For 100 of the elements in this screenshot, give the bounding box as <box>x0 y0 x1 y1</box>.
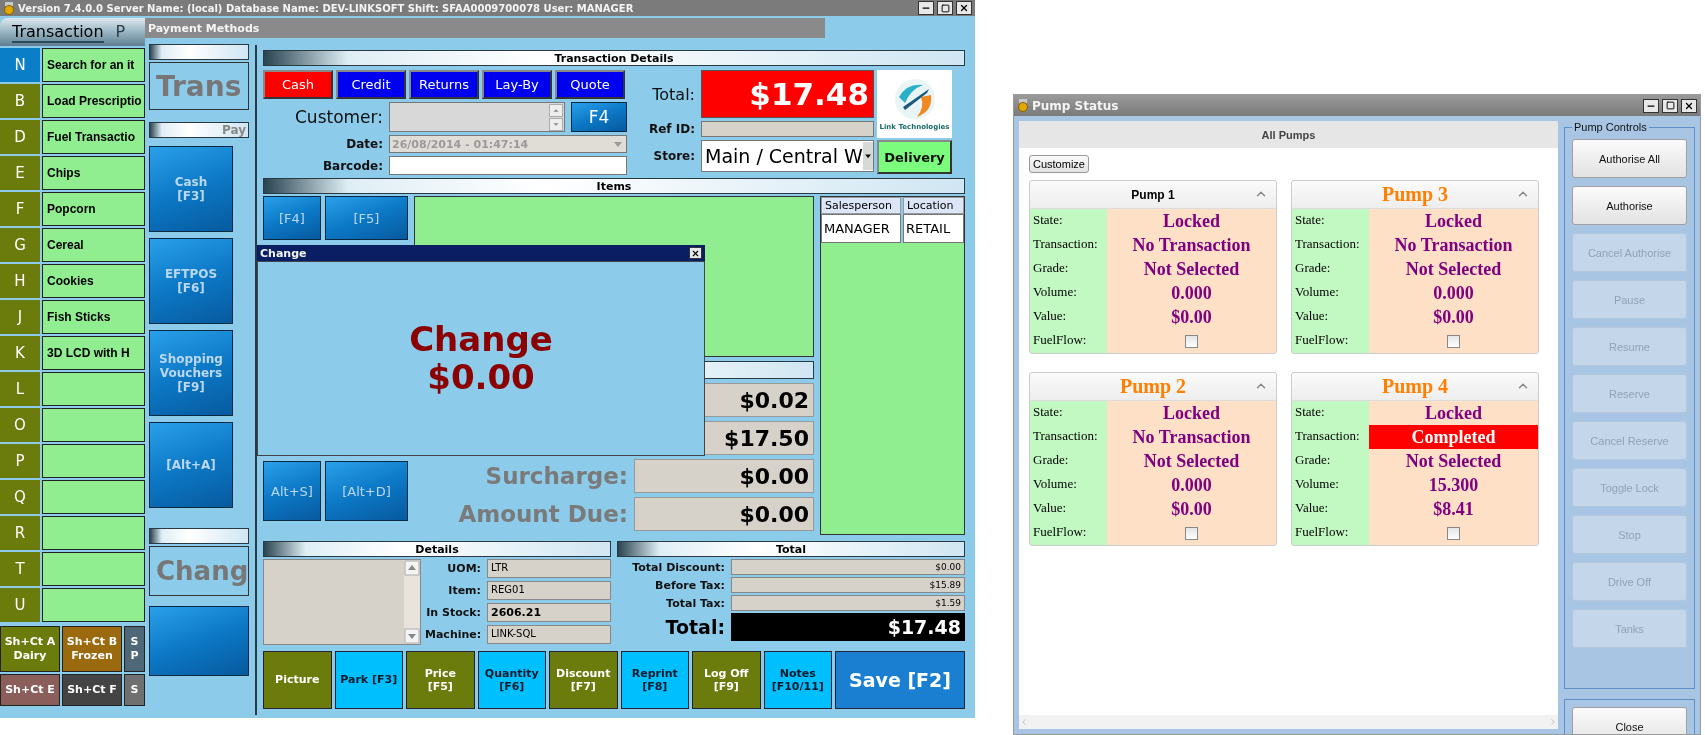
payment-method-button[interactable]: Shopping Vouchers [F9] <box>149 330 233 416</box>
maximize-button[interactable] <box>937 1 953 15</box>
hotkey-button[interactable]: B <box>0 84 40 118</box>
hotkey-button[interactable]: D <box>0 120 40 154</box>
product-button[interactable]: Fish Sticks <box>42 300 145 334</box>
section-title: Details <box>415 542 459 556</box>
payment-method-button[interactable]: EFTPOS [F6] <box>149 238 233 324</box>
shortcut-button[interactable]: Sh+Ct E <box>0 674 60 706</box>
product-button[interactable]: Fuel Transactio <box>42 120 145 154</box>
action-button[interactable]: Picture <box>263 651 332 709</box>
hotkey-button[interactable]: P <box>0 444 40 478</box>
hotkey-button[interactable]: R <box>0 516 40 550</box>
hotkey-button[interactable]: O <box>0 408 40 442</box>
pump-field-label: Value: <box>1030 497 1107 521</box>
field-label: Machine: <box>425 628 481 641</box>
tab[interactable]: Transaction <box>12 21 104 43</box>
product-button[interactable] <box>42 588 145 622</box>
action-button[interactable]: Reprint [F8] <box>620 651 689 709</box>
fuel-flow-checkbox[interactable] <box>1185 334 1198 348</box>
payment-shortcut-button[interactable]: Alt+S] <box>263 461 321 521</box>
pump-control-button[interactable]: Authorise All <box>1572 139 1687 178</box>
pump-field-label: Value: <box>1030 305 1107 329</box>
customer-lookup-button[interactable]: F4 <box>571 102 627 132</box>
product-button[interactable]: Cookies <box>42 264 145 298</box>
pump-field-label: State: <box>1030 401 1107 425</box>
close-button[interactable] <box>956 1 972 15</box>
shortcut-button[interactable]: Sh+Ct F <box>62 674 122 706</box>
mode-button[interactable]: Returns <box>409 70 479 99</box>
tab[interactable]: P <box>115 21 126 43</box>
hotkey-button[interactable]: T <box>0 552 40 586</box>
product-button[interactable]: Search for an it <box>42 48 145 82</box>
product-button[interactable]: Cereal <box>42 228 145 262</box>
hotkey-button[interactable]: E <box>0 156 40 190</box>
shortcut-button[interactable]: S <box>124 674 145 706</box>
product-button[interactable]: Chips <box>42 156 145 190</box>
mode-button[interactable]: Quote <box>555 70 625 99</box>
amount-label: Amount Due: <box>457 501 628 527</box>
product-button[interactable] <box>42 444 145 478</box>
close-button[interactable] <box>1681 98 1697 113</box>
panel-header: All Pumps <box>1019 121 1558 148</box>
hotkey-button[interactable]: K <box>0 336 40 370</box>
hotkey-button[interactable]: H <box>0 264 40 298</box>
action-button[interactable]: Quantity [F6] <box>477 651 546 709</box>
barcode-field[interactable] <box>389 156 627 175</box>
close-button[interactable]: Close <box>1572 707 1687 734</box>
action-button[interactable]: Save [F2] <box>835 651 965 709</box>
payment-shortcut-button[interactable]: [F5] <box>325 196 408 240</box>
customize-button[interactable]: Customize <box>1029 155 1089 173</box>
product-button[interactable] <box>42 552 145 586</box>
pump-field-label: FuelFlow: <box>1292 329 1369 353</box>
customer-field[interactable] <box>389 102 565 132</box>
delivery-button[interactable]: Delivery <box>877 140 952 174</box>
payment-shortcut-button[interactable]: [F4] <box>263 196 321 240</box>
action-button[interactable]: Log Off [F9] <box>692 651 761 709</box>
hotkey-button[interactable]: F <box>0 192 40 226</box>
minimize-button[interactable] <box>1643 98 1659 113</box>
section-title: Transaction Details <box>554 51 674 65</box>
pump-control-button[interactable]: Authorise <box>1572 186 1687 225</box>
mode-button[interactable]: Lay-By <box>482 70 552 99</box>
payment-method-button[interactable]: [Alt+A] <box>149 422 233 508</box>
amount-label: Surcharge: <box>484 463 628 489</box>
action-button[interactable]: Discount [F7] <box>549 651 618 709</box>
shortcut-button[interactable]: Sh+Ct B Frozen <box>62 626 122 672</box>
mode-button[interactable]: Cash <box>263 70 333 99</box>
product-button[interactable] <box>42 408 145 442</box>
hotkey-button[interactable]: G <box>0 228 40 262</box>
ref-id-field[interactable] <box>701 121 874 137</box>
store-dropdown[interactable]: Main / Central W <box>701 140 874 172</box>
product-button[interactable]: Load Prescriptio <box>42 84 145 118</box>
maximize-button[interactable] <box>1662 98 1678 113</box>
spin-up-icon[interactable] <box>549 103 563 117</box>
product-button[interactable]: 3D LCD with H <box>42 336 145 370</box>
hotkey-button[interactable]: U <box>0 588 40 622</box>
fuel-flow-checkbox[interactable] <box>1447 334 1460 348</box>
field-label: UOM: <box>446 562 481 575</box>
action-button[interactable]: Notes [F10/11] <box>763 651 832 709</box>
action-button[interactable]: Park [F3] <box>334 651 403 709</box>
hotkey-button[interactable]: N <box>0 48 40 82</box>
spin-down-icon[interactable] <box>549 117 563 131</box>
close-button[interactable] <box>689 247 702 259</box>
hotkey-button[interactable]: Q <box>0 480 40 514</box>
total-label: Before Tax: <box>654 578 725 592</box>
notes-field[interactable] <box>263 559 421 645</box>
minimize-button[interactable] <box>918 1 934 15</box>
shortcut-button[interactable]: S P <box>124 626 145 672</box>
window-title: Version 7.4.0.0 Server Name: (local) Database Name: DEV-LINKSOFT Shift: SFAA0009700078 User: MANAGER <box>18 2 635 14</box>
fuel-flow-checkbox[interactable] <box>1185 526 1198 540</box>
fuel-flow-checkbox[interactable] <box>1447 526 1460 540</box>
pump-card-header[interactable]: Pump 1 <box>1030 181 1276 209</box>
product-button[interactable]: Popcorn <box>42 192 145 226</box>
hotkey-button[interactable]: L <box>0 372 40 406</box>
shortcut-button[interactable]: Sh+Ct A Dairy <box>0 626 60 672</box>
product-button[interactable] <box>42 480 145 514</box>
mode-button[interactable]: Credit <box>336 70 406 99</box>
payment-shortcut-button[interactable]: [Alt+D] <box>325 461 408 521</box>
payment-method-button[interactable]: Cash [F3] <box>149 146 233 232</box>
hotkey-button[interactable]: J <box>0 300 40 334</box>
product-button[interactable] <box>42 372 145 406</box>
action-button[interactable]: Price [F5] <box>406 651 475 709</box>
product-button[interactable] <box>42 516 145 550</box>
